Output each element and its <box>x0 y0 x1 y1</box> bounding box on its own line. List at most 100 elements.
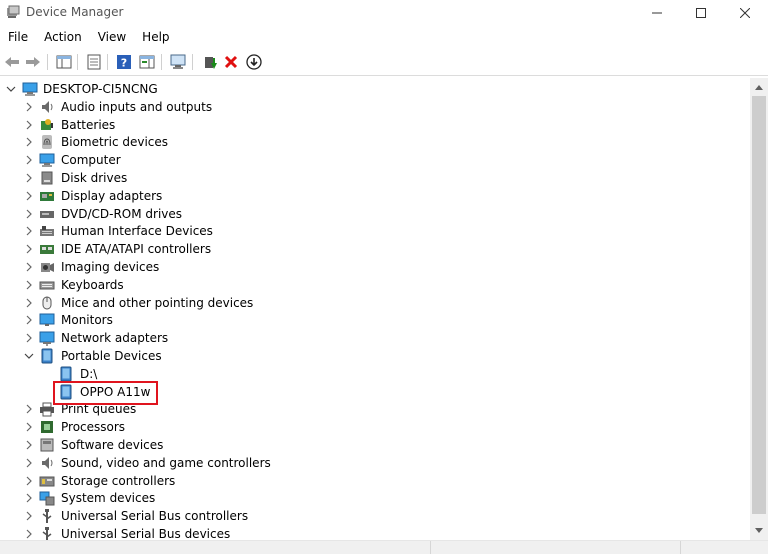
tree-category[interactable]: Disk drives <box>0 169 740 187</box>
maximize-button[interactable] <box>678 0 724 26</box>
expand-toggle-collapsed[interactable] <box>24 226 34 236</box>
expand-toggle-collapsed[interactable] <box>24 493 34 503</box>
disable-device-button[interactable] <box>244 52 264 72</box>
minimize-button[interactable] <box>634 0 680 26</box>
scroll-down-button[interactable] <box>750 522 768 540</box>
expand-toggle-collapsed[interactable] <box>24 280 34 290</box>
mouse-icon <box>39 295 55 311</box>
battery-icon <box>39 117 55 133</box>
expand-toggle-collapsed[interactable] <box>24 155 34 165</box>
back-button[interactable] <box>2 52 22 72</box>
expand-toggle-collapsed[interactable] <box>24 458 34 468</box>
tree-category[interactable]: Processors <box>0 418 740 436</box>
scan-hardware-icon <box>170 54 186 69</box>
tree-item-label: Biometric devices <box>61 135 169 150</box>
fingerprint-icon <box>39 134 55 150</box>
chevron-right-icon <box>26 511 32 521</box>
expand-toggle-collapsed[interactable] <box>24 333 34 343</box>
tree-category[interactable]: Batteries <box>0 116 740 134</box>
tree-category[interactable]: Mice and other pointing devices <box>0 294 740 312</box>
expand-toggle-collapsed[interactable] <box>24 191 34 201</box>
expand-toggle-collapsed[interactable] <box>24 422 34 432</box>
expand-toggle-collapsed[interactable] <box>24 511 34 521</box>
action-pane-button[interactable] <box>137 52 157 72</box>
tree-category[interactable]: Biometric devices <box>0 133 740 151</box>
show-hide-console-tree-button[interactable] <box>54 52 74 72</box>
chevron-right-icon <box>26 102 32 112</box>
tree-category[interactable]: Human Interface Devices <box>0 222 740 240</box>
uninstall-device-button[interactable] <box>221 52 241 72</box>
tree-category[interactable]: Network adapters <box>0 329 740 347</box>
chevron-right-icon <box>26 280 32 290</box>
speaker-icon <box>39 99 55 115</box>
expand-toggle-collapsed[interactable] <box>24 404 34 414</box>
toolbar-separator <box>161 54 162 70</box>
maximize-icon <box>696 8 706 18</box>
expand-toggle-collapsed[interactable] <box>24 262 34 272</box>
tree-category[interactable]: Sound, video and game controllers <box>0 454 740 472</box>
chevron-right-icon <box>26 226 32 236</box>
tree-category[interactable]: Software devices <box>0 436 740 454</box>
tree-item-label: Storage controllers <box>61 473 176 488</box>
update-driver-button[interactable] <box>200 52 220 72</box>
expand-toggle-expanded[interactable] <box>24 351 34 361</box>
expand-toggle-collapsed[interactable] <box>24 315 34 325</box>
tree-category[interactable]: Portable Devices <box>0 347 740 365</box>
expand-toggle-collapsed[interactable] <box>24 440 34 450</box>
highlight-annotation-box <box>53 381 158 405</box>
tree-category[interactable]: System devices <box>0 489 740 507</box>
chevron-right-icon <box>26 137 32 147</box>
menu-file[interactable]: File <box>0 27 36 47</box>
expand-toggle-collapsed[interactable] <box>24 120 34 130</box>
ide-controller-icon <box>39 241 55 257</box>
tree-item-label: Universal Serial Bus controllers <box>61 509 249 524</box>
tree-category[interactable]: Display adapters <box>0 187 740 205</box>
window-title: Device Manager <box>26 5 124 19</box>
expand-toggle-collapsed[interactable] <box>24 209 34 219</box>
tree-category[interactable]: Storage controllers <box>0 472 740 490</box>
forward-arrow-icon <box>26 57 40 67</box>
tree-item-label: Computer <box>61 153 121 168</box>
network-adapter-icon <box>39 330 55 347</box>
menu-view[interactable]: View <box>90 27 134 47</box>
close-button[interactable] <box>722 0 768 26</box>
back-arrow-icon <box>5 57 19 67</box>
expand-toggle-collapsed[interactable] <box>24 102 34 112</box>
expand-toggle-collapsed[interactable] <box>24 173 34 183</box>
expand-toggle-collapsed[interactable] <box>24 476 34 486</box>
help-button[interactable]: ? <box>114 52 134 72</box>
close-icon <box>740 8 750 18</box>
expand-toggle-collapsed[interactable] <box>24 137 34 147</box>
system-devices-icon <box>39 490 55 506</box>
hid-icon <box>39 223 55 239</box>
tree-category[interactable]: IDE ATA/ATAPI controllers <box>0 240 740 258</box>
expand-toggle-collapsed[interactable] <box>24 244 34 254</box>
tree-category[interactable]: Computer <box>0 151 740 169</box>
tree-category[interactable]: Imaging devices <box>0 258 740 276</box>
tree-category[interactable]: Universal Serial Bus controllers <box>0 507 740 525</box>
tree-category[interactable]: Keyboards <box>0 276 740 294</box>
properties-button[interactable] <box>84 52 104 72</box>
scrollbar-thumb[interactable] <box>752 96 766 514</box>
scroll-up-button[interactable] <box>750 78 768 96</box>
scan-hardware-button[interactable] <box>168 52 188 72</box>
device-manager-icon <box>6 5 20 19</box>
portable-device-icon <box>58 366 74 382</box>
toolbar-separator <box>77 54 78 70</box>
expand-toggle-collapsed[interactable] <box>24 298 34 308</box>
expand-toggle-collapsed[interactable] <box>24 529 34 539</box>
keyboard-icon <box>39 277 55 293</box>
display-adapter-icon <box>39 188 55 204</box>
expand-toggle-expanded[interactable] <box>6 84 16 94</box>
tree-category[interactable]: Audio inputs and outputs <box>0 98 740 116</box>
menu-action[interactable]: Action <box>36 27 90 47</box>
portable-device-icon <box>39 348 55 364</box>
forward-button[interactable] <box>23 52 43 72</box>
tree-root[interactable]: DESKTOP-CI5NCNG <box>0 80 740 98</box>
toolbar: ? <box>0 48 768 76</box>
chevron-down-icon <box>24 353 34 359</box>
tree-category[interactable]: Monitors <box>0 311 740 329</box>
tree-item-label: DESKTOP-CI5NCNG <box>43 82 158 96</box>
menu-help[interactable]: Help <box>134 27 177 47</box>
tree-category[interactable]: DVD/CD-ROM drives <box>0 205 740 223</box>
